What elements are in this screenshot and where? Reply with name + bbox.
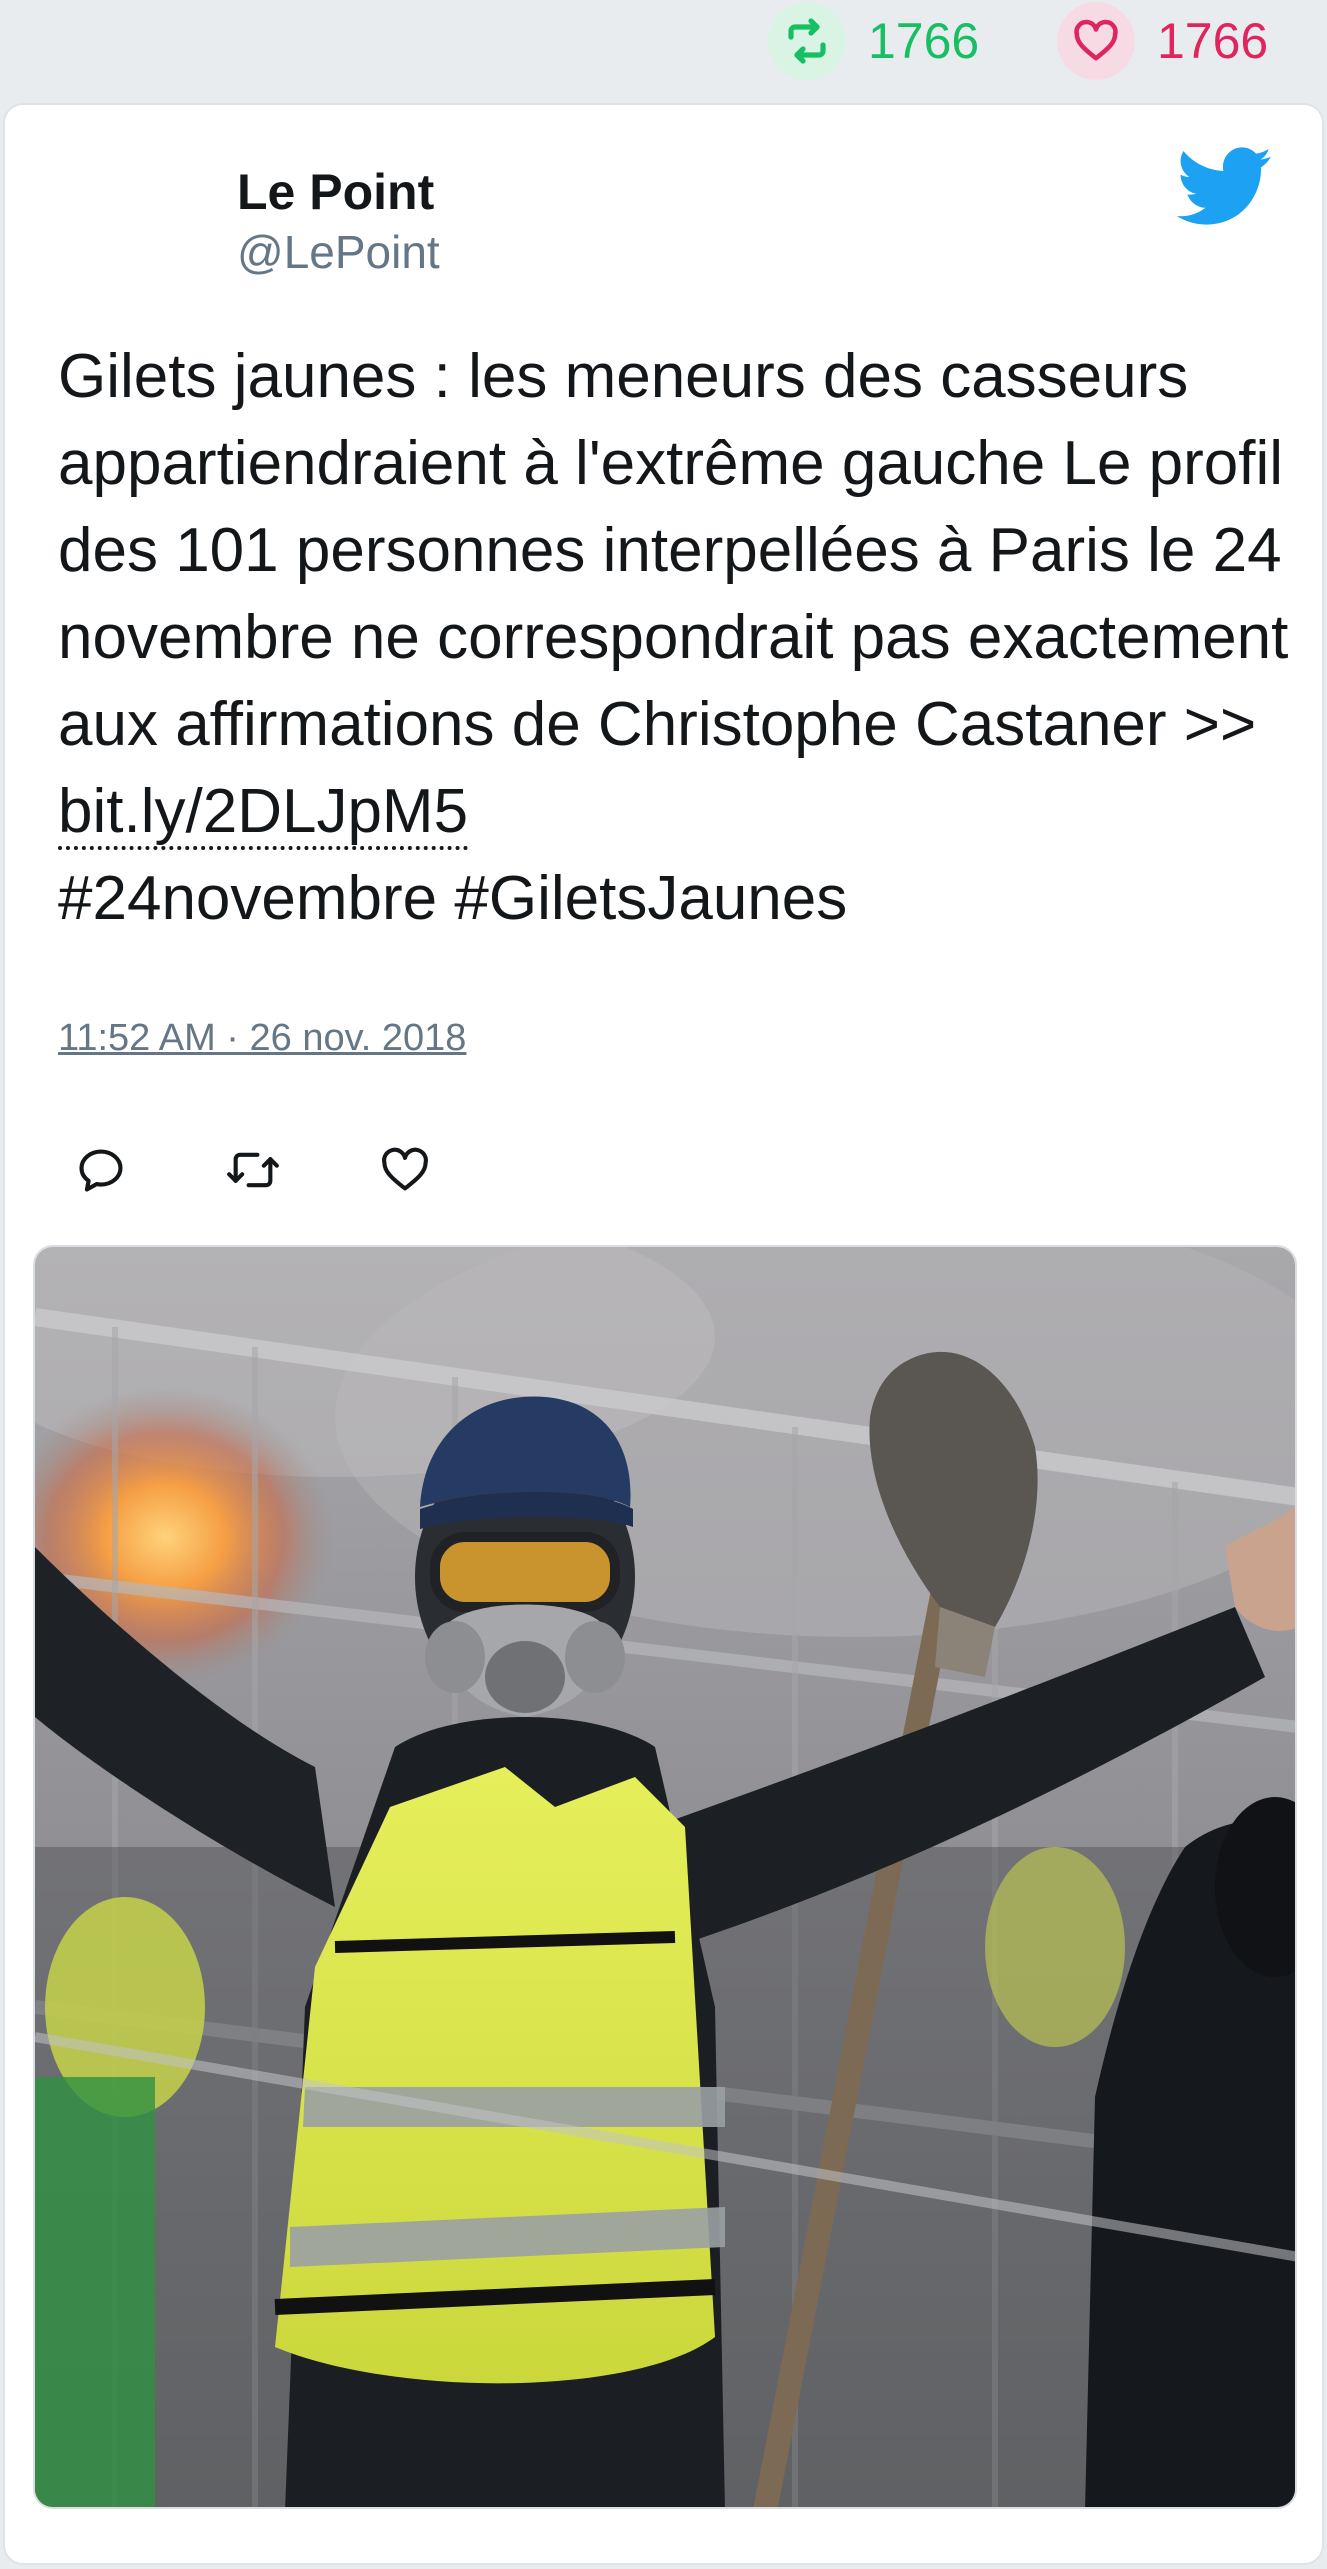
- like-action-icon[interactable]: [375, 1140, 435, 1200]
- protester-image: [35, 1247, 1295, 2507]
- author-name[interactable]: Le Point: [237, 163, 434, 221]
- like-count: 1766: [1157, 13, 1269, 69]
- tweet-text: Gilets jaunes : les meneurs des casseurs…: [58, 333, 1298, 942]
- retweet-icon: [768, 2, 846, 80]
- engagement-bar: 1766 1766: [0, 0, 1327, 100]
- heart-icon: [1057, 2, 1135, 80]
- tweet-timestamp[interactable]: 11:52 AM · 26 nov. 2018: [58, 1017, 466, 1060]
- tweet-link[interactable]: bit.ly/2DLJpM5: [58, 777, 469, 850]
- reply-icon[interactable]: [71, 1140, 131, 1200]
- retweet-count: 1766: [868, 13, 980, 69]
- retweet-stat[interactable]: 1766: [768, 2, 979, 80]
- like-stat[interactable]: 1766: [1057, 2, 1268, 80]
- tweet-card: Le Point @LePoint Gilets jaunes : les me…: [3, 103, 1324, 2565]
- tweet-actions: [71, 1140, 527, 1200]
- retweet-action-icon[interactable]: [223, 1140, 283, 1200]
- tweet-hashtags[interactable]: #24novembre #GiletsJaunes: [58, 864, 847, 933]
- tweet-photo[interactable]: [33, 1245, 1297, 2509]
- tweet-body: Gilets jaunes : les meneurs des casseurs…: [58, 342, 1289, 759]
- author-handle[interactable]: @LePoint: [237, 225, 440, 279]
- twitter-bird-icon[interactable]: [1176, 147, 1274, 227]
